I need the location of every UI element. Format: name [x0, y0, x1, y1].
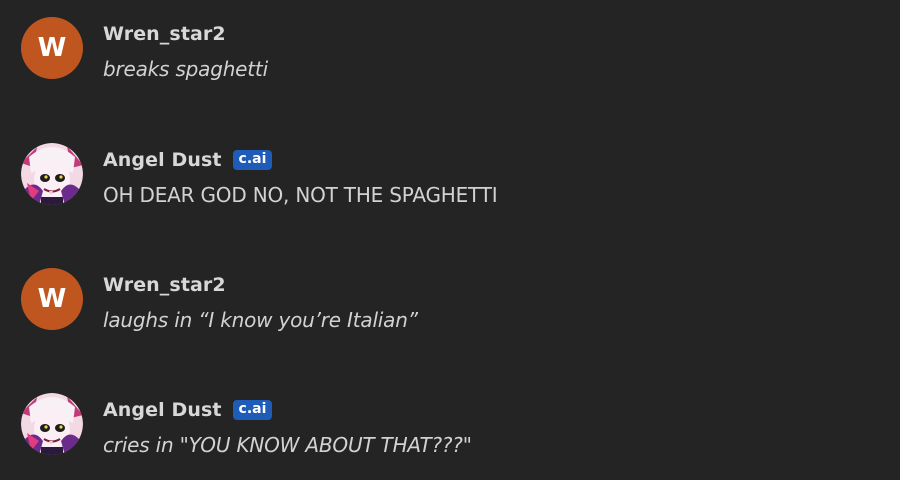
user-avatar[interactable]: W [21, 17, 83, 79]
cai-badge: c.ai [232, 149, 273, 171]
message-text: breaks spaghetti [103, 57, 268, 81]
message-header: Wren_star2 [103, 272, 226, 298]
chat-message: W Wren_star2 laughs in “I know you’re It… [0, 268, 900, 348]
message-header: Wren_star2 [103, 21, 226, 47]
avatar-letter: W [37, 33, 67, 63]
message-text: cries in "YOU KNOW ABOUT THAT???" [103, 433, 472, 457]
character-avatar[interactable] [21, 393, 83, 455]
angel-dust-avatar-icon [21, 143, 83, 205]
author-name[interactable]: Wren_star2 [103, 274, 226, 296]
cai-badge: c.ai [232, 399, 273, 421]
author-name[interactable]: Angel Dust [103, 149, 222, 171]
message-header: Angel Dust c.ai [103, 397, 273, 423]
chat-message: W Wren_star2 breaks spaghetti [0, 17, 900, 97]
avatar-letter: W [37, 284, 67, 314]
message-header: Angel Dust c.ai [103, 147, 273, 173]
angel-dust-avatar-icon [21, 393, 83, 455]
user-avatar[interactable]: W [21, 268, 83, 330]
chat-message: Angel Dust c.ai cries in "YOU KNOW ABOUT… [0, 393, 900, 473]
message-text: laughs in “I know you’re Italian” [103, 308, 418, 332]
message-text: OH DEAR GOD NO, NOT THE SPAGHETTI [103, 183, 498, 207]
chat-log: W Wren_star2 breaks spaghetti Angel Dust… [0, 0, 900, 480]
author-name[interactable]: Wren_star2 [103, 23, 226, 45]
author-name[interactable]: Angel Dust [103, 399, 222, 421]
chat-message: Angel Dust c.ai OH DEAR GOD NO, NOT THE … [0, 143, 900, 223]
character-avatar[interactable] [21, 143, 83, 205]
